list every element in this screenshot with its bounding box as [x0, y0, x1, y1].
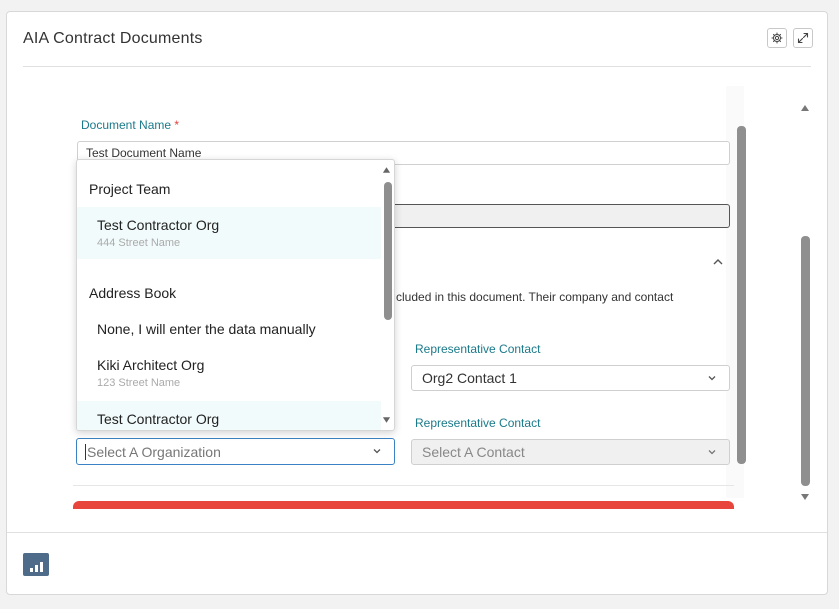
- dropdown-item[interactable]: None, I will enter the data manually: [77, 312, 381, 346]
- inner-scrollbar-thumb[interactable]: [737, 126, 746, 464]
- settings-button[interactable]: [767, 28, 787, 48]
- section-divider: [73, 485, 734, 486]
- expand-icon: [797, 32, 809, 44]
- dropdown-scrollbar-thumb[interactable]: [384, 182, 392, 320]
- footer-divider: [7, 532, 827, 533]
- required-marker: *: [174, 118, 180, 132]
- dropdown-item[interactable]: Test Contractor Org 444 Street Name: [77, 207, 381, 259]
- chevron-down-icon: [708, 450, 716, 455]
- chevron-down-icon: [708, 376, 716, 381]
- dropdown-item[interactable]: Kiki Architect Org 123 Street Name: [77, 348, 381, 400]
- dropdown-group-address-book: Address Book: [89, 285, 177, 301]
- rep-contact-value-1: Org2 Contact 1: [422, 370, 517, 386]
- organization-select[interactable]: Select A Organization: [76, 438, 395, 465]
- bar-chart-icon: [29, 568, 33, 572]
- chart-button[interactable]: [23, 553, 49, 576]
- document-name-label: Document Name *: [81, 118, 180, 132]
- contact-select-placeholder: Select A Contact: [422, 444, 525, 460]
- rep-contact-select-1[interactable]: Org2 Contact 1: [411, 365, 730, 391]
- scroll-down-arrow-icon[interactable]: [800, 493, 810, 501]
- scroll-up-arrow-icon[interactable]: [800, 104, 810, 112]
- header-divider: [23, 66, 811, 67]
- dropdown-item[interactable]: Test Contractor Org: [77, 401, 381, 430]
- card-title: AIA Contract Documents: [23, 30, 203, 47]
- gear-icon: [771, 32, 783, 44]
- rep-contact-label-1: Representative Contact: [415, 342, 541, 356]
- organization-select-placeholder: Select A Organization: [85, 443, 221, 460]
- chevron-up-icon[interactable]: [712, 257, 724, 267]
- outer-scrollbar-thumb[interactable]: [801, 236, 810, 486]
- dropdown-scroll-up-icon[interactable]: [382, 166, 391, 174]
- rep-contact-label-2: Representative Contact: [415, 416, 541, 430]
- organization-dropdown: Project Team Test Contractor Org 444 Str…: [76, 159, 395, 431]
- dropdown-group-project-team: Project Team: [89, 181, 171, 197]
- chevron-down-icon: [373, 449, 381, 454]
- danger-button-top[interactable]: [73, 501, 734, 509]
- dropdown-scroll-down-icon[interactable]: [382, 416, 391, 424]
- expand-button[interactable]: [793, 28, 813, 48]
- contact-select[interactable]: Select A Contact: [411, 439, 730, 465]
- section-description: cluded in this document. Their company a…: [396, 290, 674, 304]
